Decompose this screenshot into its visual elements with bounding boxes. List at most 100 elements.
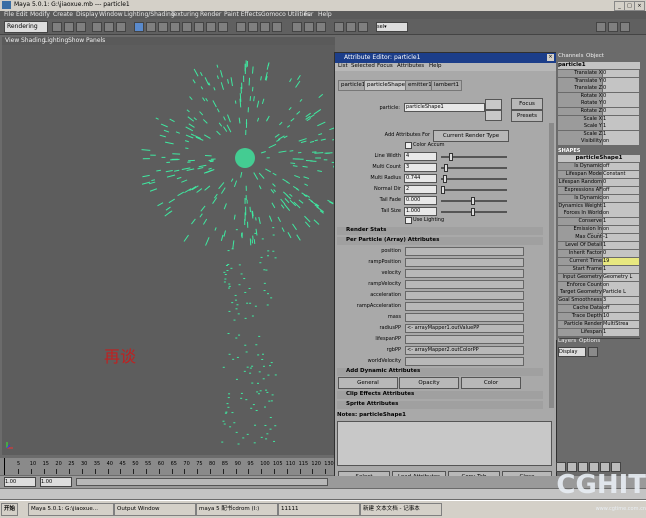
shape-channel-value[interactable]: on (603, 282, 639, 289)
ae-menu-selected[interactable]: Selected (351, 63, 375, 69)
ae-menu-attributes[interactable]: Attributes (397, 63, 424, 69)
selection-mode-field[interactable]: sel▾ (376, 22, 408, 32)
menu-edit[interactable]: Edit (16, 11, 28, 18)
pp-attr-field[interactable] (405, 302, 524, 311)
channel-row[interactable]: Translate Z0 (558, 85, 640, 92)
channel-value[interactable]: 1 (603, 131, 639, 138)
attr-field[interactable]: 0.744 (404, 174, 437, 183)
mask-misc-icon[interactable] (218, 22, 228, 32)
shape-channel-value[interactable]: on (603, 210, 639, 217)
pp-attr-field[interactable] (405, 280, 524, 289)
shape-channel-value[interactable]: 1 (603, 329, 639, 336)
snap-plane-icon[interactable] (272, 22, 282, 32)
viewport-menu-show[interactable]: Show (68, 37, 84, 44)
shape-channel-row[interactable]: Goal Smoothness3 (558, 297, 640, 304)
attr-slider-thumb[interactable] (443, 175, 447, 183)
attr-slider-thumb[interactable] (444, 164, 448, 172)
shape-channel-value[interactable]: Constant (603, 171, 639, 178)
channel-value[interactable]: 1 (603, 123, 639, 130)
attr-slider[interactable] (441, 178, 507, 180)
per-particle-section[interactable]: Per Particle (Array) Attributes (337, 237, 543, 245)
shape-channel-value[interactable]: 0 (603, 250, 639, 257)
shape-channel-row[interactable]: Current Time19 (558, 258, 640, 265)
shape-channel-value[interactable]: 1 (603, 266, 639, 273)
ae-menu-focus[interactable]: Focus (377, 63, 393, 69)
toggle-channel-box-icon[interactable] (620, 22, 630, 32)
range-slider-bar[interactable] (76, 478, 328, 486)
shape-channel-row[interactable]: Conserve1 (558, 218, 640, 225)
shape-channel-value[interactable]: 1 (603, 203, 639, 210)
pp-attr-field[interactable] (405, 258, 524, 267)
channel-value[interactable]: 0 (603, 70, 639, 77)
save-scene-icon[interactable] (76, 22, 86, 32)
shape-channel-value[interactable]: -1 (603, 234, 639, 241)
add-dynamic-section[interactable]: Add Dynamic Attributes (337, 368, 543, 376)
color-button[interactable]: Color (461, 377, 521, 389)
menu-gomoco-utilities[interactable]: Gomoco Utilities (261, 11, 310, 18)
shape-channel-value[interactable]: Geometry L (603, 274, 639, 281)
history-icon[interactable] (292, 22, 302, 32)
shape-channel-row[interactable]: Level Of Detail1 (558, 242, 640, 249)
menu-create[interactable]: Create (53, 11, 73, 18)
shape-channel-row[interactable]: Forces In Worldon (558, 210, 640, 217)
menu-texturing[interactable]: Texturing (171, 11, 199, 18)
go-to-input-icon[interactable] (485, 99, 502, 110)
mask-render-icon[interactable] (206, 22, 216, 32)
options-tab[interactable]: Options (579, 338, 600, 344)
shape-channel-row[interactable]: Trace Depth10 (558, 313, 640, 320)
pp-attr-field[interactable]: <- arrayMapper2.outColorPP (405, 346, 524, 355)
node-name-field[interactable]: particleShape1 (404, 103, 485, 112)
menu-paint-effects[interactable]: Paint Effects (224, 11, 261, 18)
mask-surface-icon[interactable] (170, 22, 180, 32)
shape-channel-row[interactable]: Inherit Factor0 (558, 250, 640, 257)
object-tab[interactable]: Object (586, 53, 604, 59)
channel-value[interactable]: 0 (603, 78, 639, 85)
ae-menu-help[interactable]: Help (429, 63, 442, 69)
open-scene-icon[interactable] (64, 22, 74, 32)
channel-value[interactable]: 0 (603, 100, 639, 107)
shape-channel-row[interactable]: Max Count-1 (558, 234, 640, 241)
attr-field[interactable]: 1.000 (404, 207, 437, 216)
clip-effects-section[interactable]: Clip Effects Attributes (337, 391, 543, 399)
snap-point-icon[interactable] (260, 22, 270, 32)
ae-menu-list[interactable]: List (338, 63, 348, 69)
sprite-attributes-section[interactable]: Sprite Attributes (337, 401, 543, 409)
ae-scrollbar[interactable] (549, 123, 554, 408)
channel-row[interactable]: Translate X0 (558, 70, 640, 77)
viewport-menu-lighting[interactable]: Lighting (44, 37, 68, 44)
shape-channel-row[interactable]: Start Frame1 (558, 266, 640, 273)
shape-channel-value[interactable]: 1 (603, 218, 639, 225)
menu-set-select[interactable]: Rendering (4, 21, 48, 33)
input-icon[interactable] (304, 22, 314, 32)
layer-display-select[interactable]: Display (558, 347, 586, 357)
pp-attr-field[interactable] (405, 291, 524, 300)
channel-value[interactable]: 1 (603, 116, 639, 123)
tab-lambert1[interactable]: lambert1 (431, 80, 462, 91)
attribute-editor-titlebar[interactable]: Attribute Editor: particle1 × (335, 53, 556, 63)
pp-attr-field[interactable] (405, 247, 524, 256)
channel-row[interactable]: Rotate Y0 (558, 100, 640, 107)
shape-channel-row[interactable]: Expressions AFoff (558, 187, 640, 194)
presets-button[interactable]: Presets (511, 110, 543, 122)
menu-fur[interactable]: Fur (304, 11, 313, 18)
shape-channel-value[interactable]: Particle L (603, 289, 639, 296)
mask-curve-icon[interactable] (158, 22, 168, 32)
render-stats-section[interactable]: Render Stats (337, 227, 543, 235)
channel-row[interactable]: Rotate Z0 (558, 108, 640, 115)
toggle-tool-settings-icon[interactable] (608, 22, 618, 32)
channels-tab[interactable]: Channels (558, 53, 583, 59)
output-icon[interactable] (316, 22, 326, 32)
task-maya[interactable]: Maya 5.0.1: G:\jiaoxue... (28, 503, 114, 516)
snap-curve-icon[interactable] (248, 22, 258, 32)
start-time-field[interactable]: 1.00 (4, 477, 36, 487)
pp-attr-field[interactable] (405, 335, 524, 344)
channel-row[interactable]: Scale Z1 (558, 131, 640, 138)
viewport-menu-view[interactable]: View (5, 37, 19, 44)
shape-channel-row[interactable]: Lifespan Random0 (558, 179, 640, 186)
ipr-render-icon[interactable] (346, 22, 356, 32)
close-icon[interactable]: × (634, 1, 645, 11)
go-to-output-icon[interactable] (485, 110, 502, 121)
menu-lighting-shading[interactable]: Lighting/Shading (124, 11, 175, 18)
task-output-window[interactable]: Output Window (114, 503, 196, 516)
shape-channel-value[interactable]: 10 (603, 313, 639, 320)
